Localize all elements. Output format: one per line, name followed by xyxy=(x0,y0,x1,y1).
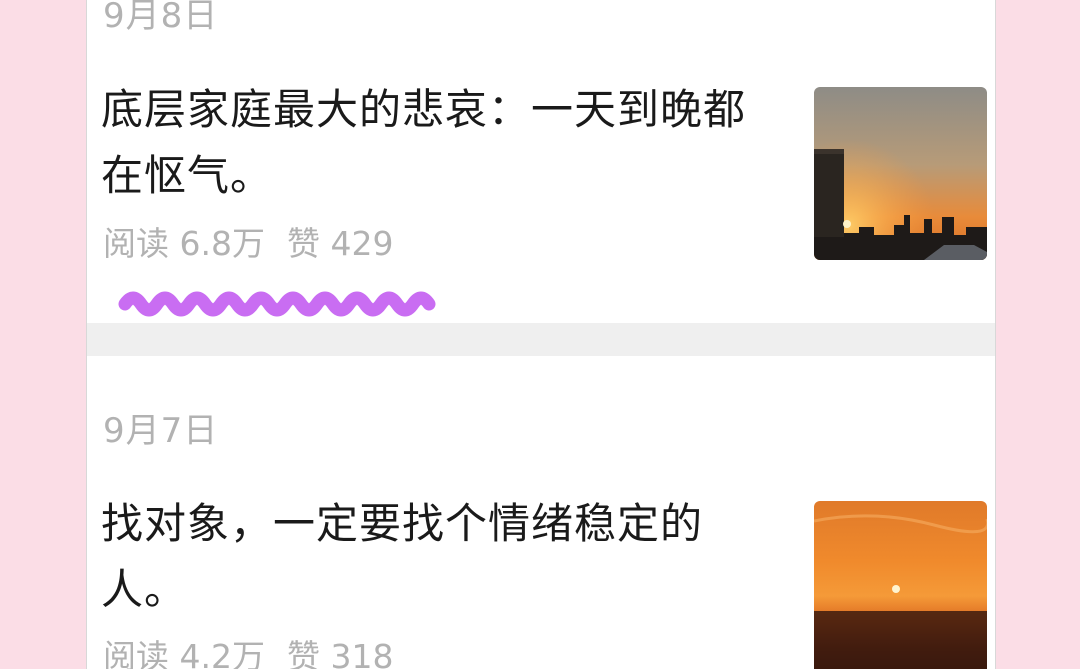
purple-squiggle-highlight xyxy=(118,291,436,317)
article-stats: 阅读 6.8万赞 429 xyxy=(103,224,415,264)
article-stats: 阅读 4.2万赞 318 xyxy=(103,637,415,669)
read-count: 阅读 4.2万 xyxy=(103,637,265,669)
article-date: 9月8日 xyxy=(103,0,219,36)
article-title[interactable]: 底层家庭最大的悲哀：一天到晚都在怄气。 xyxy=(101,77,761,209)
article-list-card: 9月8日 底层家庭最大的悲哀：一天到晚都在怄气。 阅读 6.8万赞 429 9月… xyxy=(86,0,996,669)
section-divider xyxy=(87,323,995,356)
like-count: 赞 429 xyxy=(286,224,394,263)
article-date: 9月7日 xyxy=(103,411,219,451)
like-count: 赞 318 xyxy=(286,637,394,669)
read-count: 阅读 6.8万 xyxy=(103,224,265,263)
horizon-sunset-thumbnail[interactable] xyxy=(814,501,987,669)
article-title[interactable]: 找对象，一定要找个情绪稳定的人。 xyxy=(101,491,761,623)
city-sunset-thumbnail[interactable] xyxy=(814,87,987,260)
